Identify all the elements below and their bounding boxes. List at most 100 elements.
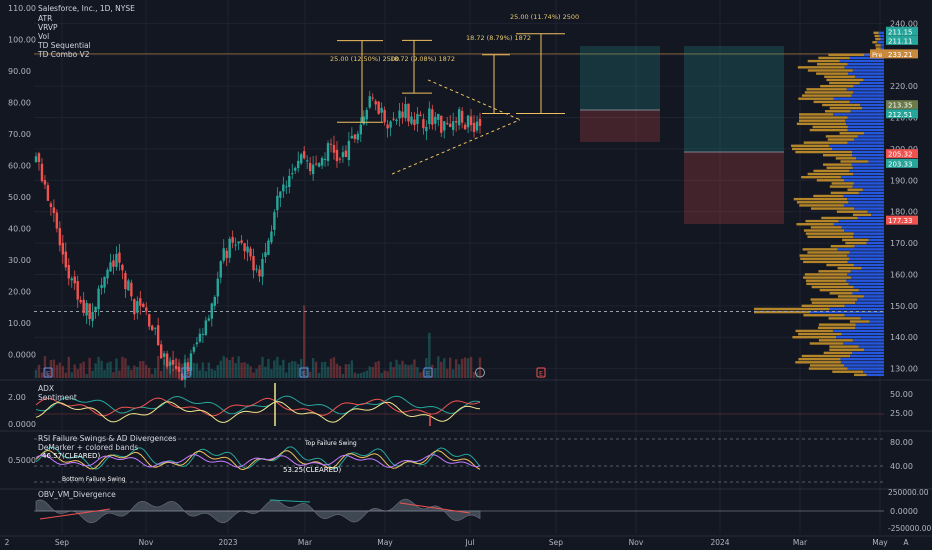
volume-bar xyxy=(249,366,252,378)
volume-bar xyxy=(40,372,44,378)
candle-body xyxy=(73,276,76,284)
volume-profile-bar xyxy=(827,138,855,141)
volume-bar xyxy=(70,372,73,378)
volume-profile-bar xyxy=(813,169,850,173)
volume-profile-bar xyxy=(828,317,861,320)
pre-tag-label: Pre xyxy=(872,51,882,59)
volume-profile-bar xyxy=(844,66,884,69)
candle-body xyxy=(326,143,330,161)
volume-profile-bar xyxy=(813,194,844,198)
volume-profile-bar xyxy=(803,141,848,144)
volume-profile-bar xyxy=(807,251,850,254)
position-stop-zone xyxy=(580,110,660,142)
volume-profile-bar xyxy=(846,279,884,282)
volume-profile-bar xyxy=(853,182,884,185)
volume-bar xyxy=(392,367,395,378)
volume-bar xyxy=(216,365,219,378)
volume-profile-bar xyxy=(816,179,845,182)
candle-body xyxy=(34,156,38,163)
candle-body xyxy=(377,101,380,114)
volume-profile-bar xyxy=(862,188,884,191)
header-indicator: TD Sequential xyxy=(37,41,91,50)
volume-profile-bar xyxy=(844,364,884,367)
volume-profile-bar xyxy=(847,197,884,201)
candle-body xyxy=(162,353,166,357)
volume-profile-bar xyxy=(855,323,884,326)
x-tick-label: Mar xyxy=(298,538,313,547)
volume-bar xyxy=(195,363,199,378)
volume-profile-bar xyxy=(811,301,856,304)
volume-bar xyxy=(97,356,100,378)
volume-bar xyxy=(434,367,437,378)
volume-bar xyxy=(240,362,243,378)
candle-body xyxy=(311,164,315,175)
volume-bar xyxy=(410,364,413,378)
candle-body xyxy=(267,240,270,255)
volume-profile-bar xyxy=(850,110,884,113)
volume-profile-bar xyxy=(853,232,884,235)
candle-body xyxy=(195,342,199,345)
candle-body xyxy=(282,184,285,192)
volume-bar xyxy=(243,362,246,378)
price-tag-label: 203.33 xyxy=(888,160,913,168)
candle-body xyxy=(37,153,41,162)
volume-profile-bar xyxy=(804,91,853,94)
volume-profile-bar xyxy=(852,213,872,217)
measurement-label: 18.72 (9.08%) 1872 xyxy=(390,55,455,63)
volume-profile-bar xyxy=(874,34,880,38)
y-tick-left: 80.00 xyxy=(8,99,31,108)
volume-profile-bar xyxy=(829,106,863,110)
candle-body xyxy=(136,301,139,313)
candle-body xyxy=(133,299,136,315)
volume-bar xyxy=(61,366,65,378)
measurement-label: 25.00 (11.74%) 2500 xyxy=(510,13,579,21)
candle-body xyxy=(121,264,124,271)
volume-profile-bar xyxy=(857,298,884,301)
y-tick-left: 30.00 xyxy=(8,256,31,265)
volume-profile-bar xyxy=(822,103,861,107)
volume-profile-bar xyxy=(813,100,850,104)
volume-bar xyxy=(368,366,371,378)
volume-profile-bar xyxy=(878,31,884,35)
chart-svg[interactable]: 240.00230.00220.00210.00200.00190.00180.… xyxy=(0,0,932,550)
volume-profile-bar xyxy=(873,31,879,35)
volume-bar xyxy=(273,360,276,378)
y-tick-right: 140.00 xyxy=(890,333,918,342)
candle-body xyxy=(317,163,321,167)
candle-body xyxy=(40,163,44,182)
volume-profile-bar xyxy=(832,370,864,373)
y-tick-right: 160.00 xyxy=(890,270,918,279)
candle-body xyxy=(344,150,348,157)
volume-bar xyxy=(252,372,255,378)
volume-profile-bar xyxy=(869,320,884,323)
volume-profile-bar xyxy=(863,78,884,82)
x-tick-label: 2023 xyxy=(218,538,237,547)
volume-profile-bar xyxy=(799,116,848,119)
x-tick-label: Nov xyxy=(139,538,154,547)
price-tag-label: 213.35 xyxy=(888,102,913,110)
volume-profile-bar xyxy=(817,326,856,329)
volume-profile-bar xyxy=(830,191,859,195)
candle-body xyxy=(451,121,455,130)
candle-body xyxy=(305,160,309,162)
volume-bar xyxy=(380,372,383,378)
volume-profile-bar xyxy=(836,336,884,339)
header-indicator: Vol xyxy=(38,32,49,41)
volume-bar xyxy=(112,372,115,378)
volume-profile-bar xyxy=(818,323,856,326)
volume-profile-bar xyxy=(801,175,841,179)
volume-profile-bar xyxy=(853,84,884,88)
volume-profile-bar xyxy=(852,185,884,188)
candle-body xyxy=(100,285,103,288)
volume-profile-bar xyxy=(831,182,854,185)
volume-profile-bar xyxy=(754,307,830,311)
volume-profile-bar xyxy=(856,157,884,160)
rsi-annotation: 46.57(CLEARED) xyxy=(42,452,100,460)
volume-profile-bar xyxy=(798,357,841,361)
candle-body xyxy=(380,107,383,113)
volume-profile-bar xyxy=(846,88,884,91)
volume-bar xyxy=(142,360,145,378)
volume-bar xyxy=(121,356,124,378)
candle-body xyxy=(67,264,70,279)
volume-bar xyxy=(285,372,288,378)
